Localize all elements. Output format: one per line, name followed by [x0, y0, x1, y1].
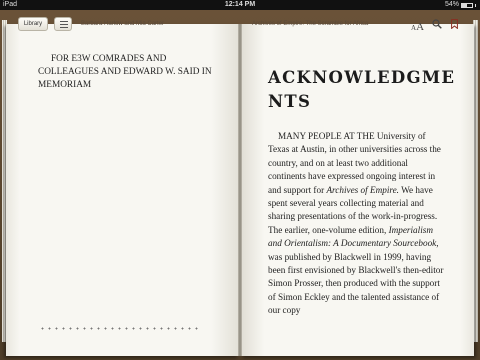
search-icon[interactable]	[432, 19, 442, 29]
font-size-icon[interactable]: AA	[411, 17, 424, 35]
library-button[interactable]: Library	[18, 17, 48, 31]
dedication-text: FOR E3W COMRADES AND COLLEAGUES AND EDWA…	[38, 54, 212, 90]
book-spine	[238, 24, 242, 356]
book-author: Barbara Harlow and Mia Carter	[81, 21, 165, 27]
toc-icon	[60, 21, 68, 28]
chapter-title: ACKNOWLEDGMENTS	[268, 68, 456, 111]
battery-indicator: 54%	[445, 0, 476, 10]
page-scrubber[interactable]	[39, 327, 199, 330]
book-title: Archives of Empire: The Scramble for Afr…	[252, 21, 369, 27]
chapter-body-text: MANY PEOPLE AT THE University of Texas a…	[268, 131, 444, 316]
bookmark-icon[interactable]	[451, 19, 458, 29]
battery-icon	[461, 2, 473, 8]
status-bar: iPad 12:14 PM 54%	[0, 0, 480, 10]
clock: 12:14 PM	[224, 1, 256, 8]
battery-percent: 54%	[444, 1, 459, 8]
battery-nub	[475, 3, 476, 7]
font-larger-icon[interactable]: A	[416, 21, 424, 33]
table-of-contents-button[interactable]	[54, 17, 72, 31]
